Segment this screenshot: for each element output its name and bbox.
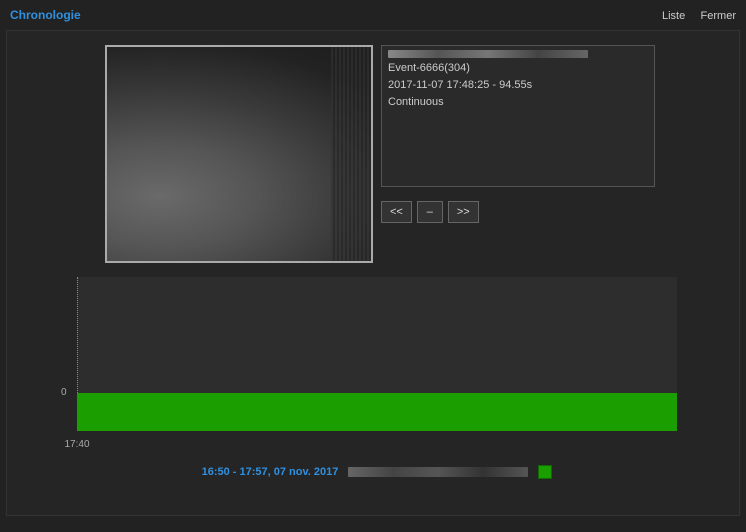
timeline-segment[interactable] bbox=[77, 393, 677, 431]
overview-strip[interactable] bbox=[348, 467, 528, 477]
close-link[interactable]: Fermer bbox=[701, 10, 736, 22]
next-button[interactable]: >> bbox=[448, 201, 479, 223]
event-mode: Continuous bbox=[388, 94, 648, 111]
prev-button[interactable]: << bbox=[381, 201, 412, 223]
x-tick-label: 17:40 bbox=[64, 439, 89, 450]
event-mini-thumb bbox=[388, 50, 588, 58]
event-name: Event-6666(304) bbox=[388, 60, 648, 77]
y-tick-0: 0 bbox=[61, 387, 67, 398]
time-range-label: 16:50 - 17:57, 07 nov. 2017 bbox=[202, 466, 339, 478]
timeline-band[interactable] bbox=[77, 393, 677, 431]
page-title: Chronologie bbox=[10, 8, 81, 22]
stop-button[interactable]: – bbox=[417, 201, 443, 223]
event-preview-image[interactable] bbox=[105, 45, 373, 263]
legend-color-continuous bbox=[538, 465, 552, 479]
timeline-chart[interactable]: 0 bbox=[77, 277, 677, 393]
main-panel: Event-6666(304) 2017-11-07 17:48:25 - 94… bbox=[6, 30, 740, 516]
list-link[interactable]: Liste bbox=[662, 10, 685, 22]
event-info-box: Event-6666(304) 2017-11-07 17:48:25 - 94… bbox=[381, 45, 655, 187]
event-timestamp: 2017-11-07 17:48:25 - 94.55s bbox=[388, 77, 648, 94]
x-axis-labels: 17:0017:1017:2017:3017:4017:50 bbox=[77, 439, 677, 457]
